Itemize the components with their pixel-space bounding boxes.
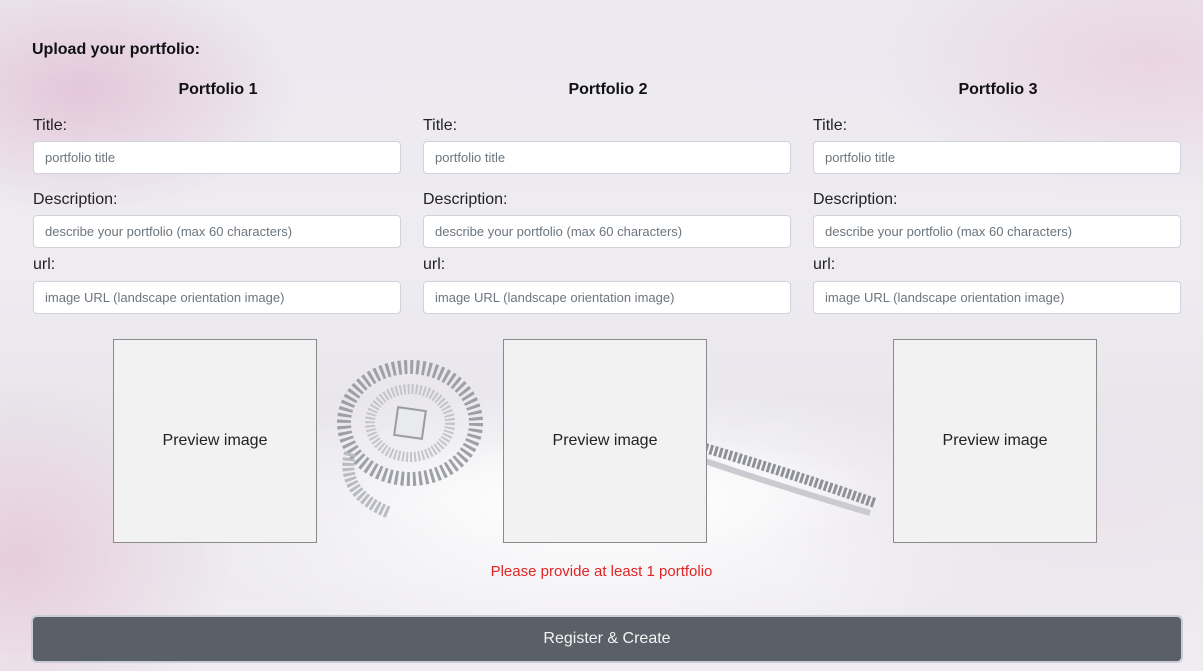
title-label: Title: <box>33 117 68 134</box>
portfolio-error-message: Please provide at least 1 portfolio <box>490 563 713 580</box>
preview-image-text: Preview image <box>942 432 1048 449</box>
portfolio-description-input[interactable] <box>423 215 791 248</box>
upload-portfolio-heading: Upload your portfolio: <box>32 41 200 58</box>
title-label: Title: <box>423 117 458 134</box>
portfolio-url-input[interactable] <box>33 281 401 314</box>
url-label: url: <box>813 256 836 273</box>
description-label: Description: <box>33 191 118 208</box>
description-label: Description: <box>423 191 508 208</box>
portfolio-title-heading: Portfolio 2 <box>568 81 648 98</box>
portfolio-url-input[interactable] <box>813 281 1181 314</box>
url-label: url: <box>33 256 56 273</box>
portfolio-title-input[interactable] <box>813 141 1181 174</box>
preview-image-box: Preview image <box>503 339 707 543</box>
portfolio-title-input[interactable] <box>423 141 791 174</box>
url-label: url: <box>423 256 446 273</box>
portfolio-description-input[interactable] <box>813 215 1181 248</box>
portfolio-url-input[interactable] <box>423 281 791 314</box>
description-label: Description: <box>813 191 898 208</box>
register-create-button[interactable]: Register & Create <box>31 615 1183 663</box>
preview-image-text: Preview image <box>552 432 658 449</box>
preview-image-box: Preview image <box>893 339 1097 543</box>
portfolio-title-input[interactable] <box>33 141 401 174</box>
portfolio-title-heading: Portfolio 1 <box>178 81 258 98</box>
portfolio-description-input[interactable] <box>33 215 401 248</box>
preview-image-text: Preview image <box>162 432 268 449</box>
title-label: Title: <box>813 117 848 134</box>
portfolio-title-heading: Portfolio 3 <box>958 81 1038 98</box>
registration-form-page: Upload your portfolio: Portfolio 1 Title… <box>0 8 1203 671</box>
preview-image-box: Preview image <box>113 339 317 543</box>
